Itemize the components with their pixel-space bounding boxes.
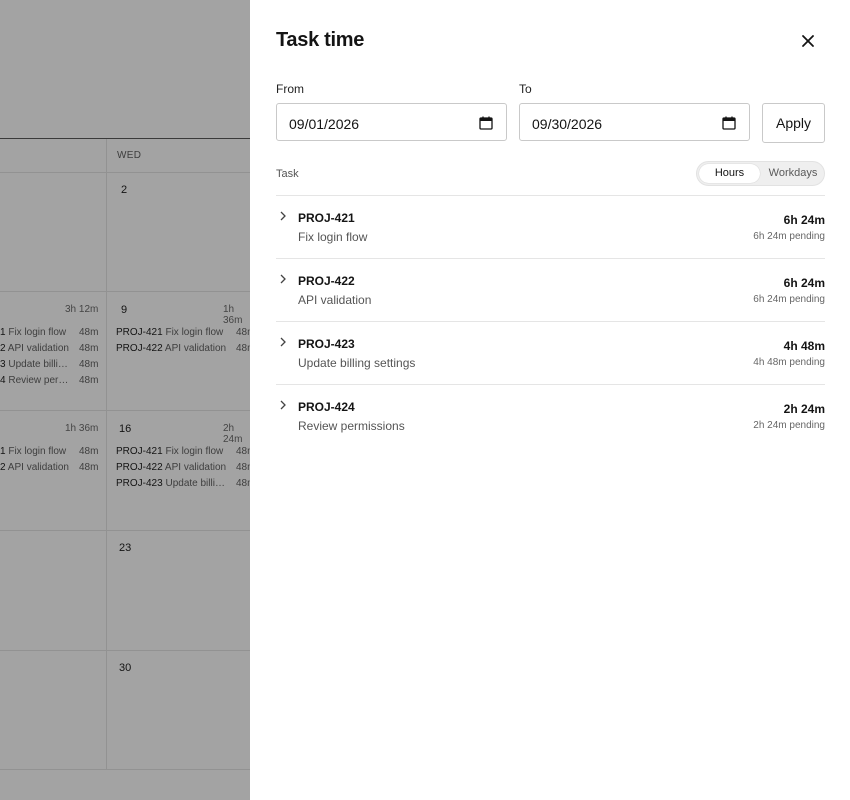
calendar-entry[interactable]: 1 Fix login flow 48m xyxy=(0,445,106,458)
from-date-value: 09/01/2026 xyxy=(289,116,360,132)
calendar-row-line xyxy=(0,769,250,770)
apply-button[interactable]: Apply xyxy=(762,103,825,143)
day-number[interactable]: 2 xyxy=(121,184,127,196)
toggle-hours[interactable]: Hours xyxy=(699,164,760,183)
weekday-header-wed: WED xyxy=(117,150,142,161)
from-date-input[interactable]: 09/01/2026 xyxy=(276,103,507,141)
calendar-column-line xyxy=(106,139,107,770)
calendar-entry[interactable]: PROJ-421 Fix login flow 48m xyxy=(116,326,255,339)
task-pending: 2h 24m pending xyxy=(753,420,825,431)
day-total: 1h 36m xyxy=(65,423,99,434)
toggle-workdays[interactable]: Workdays xyxy=(762,164,824,183)
calendar-entry[interactable]: PROJ-422 API validation 48m xyxy=(116,342,255,355)
day-total: 3h 12m xyxy=(65,304,99,315)
day-number[interactable]: 30 xyxy=(119,662,131,674)
calendar-entry[interactable]: PROJ-421 Fix login flow 48m xyxy=(116,445,255,458)
calendar-entry[interactable]: 2 API validation 48m xyxy=(0,342,106,355)
task-name: Review permissions xyxy=(298,419,405,433)
day-total: 2h 24m xyxy=(223,423,243,445)
chevron-right-icon[interactable] xyxy=(278,337,288,347)
to-date-input[interactable]: 09/30/2026 xyxy=(519,103,750,141)
to-label: To xyxy=(519,82,532,96)
calendar-entry[interactable]: 1 Fix login flow 48m xyxy=(0,326,106,339)
task-pending: 4h 48m pending xyxy=(753,357,825,368)
task-name: Fix login flow xyxy=(298,230,368,244)
task-key: PROJ-421 xyxy=(298,211,355,225)
chevron-right-icon[interactable] xyxy=(278,274,288,284)
calendar-row-line xyxy=(0,172,250,173)
calendar-icon[interactable] xyxy=(479,116,493,130)
calendar-row-line xyxy=(0,530,250,531)
close-icon xyxy=(802,35,814,47)
task-row[interactable]: PROJ-421 Fix login flow 6h 24m 6h 24m pe… xyxy=(276,195,825,258)
day-total: 1h 36m xyxy=(223,304,243,326)
from-label: From xyxy=(276,82,304,96)
task-time: 4h 48m xyxy=(783,339,825,353)
task-time-drawer: Task time From To 09/01/2026 09/30/2026 … xyxy=(250,0,850,800)
calendar-row-line xyxy=(0,291,250,292)
calendar-entry[interactable]: PROJ-423 Update billi… 48m xyxy=(116,477,255,490)
task-name: API validation xyxy=(298,293,372,307)
units-toggle: Hours Workdays xyxy=(696,161,825,186)
calendar-icon[interactable] xyxy=(722,116,736,130)
calendar-background: WED 2 3h 12m 1 Fix login flow 48m 2 API v… xyxy=(0,0,255,800)
task-pending: 6h 24m pending xyxy=(753,294,825,305)
calendar-entry[interactable]: 2 API validation 48m xyxy=(0,461,106,474)
task-time: 6h 24m xyxy=(783,276,825,290)
task-row[interactable]: PROJ-424 Review permissions 2h 24m 2h 24… xyxy=(276,384,825,447)
day-number[interactable]: 16 xyxy=(119,423,131,435)
chevron-right-icon[interactable] xyxy=(278,211,288,221)
calendar-entry[interactable]: 3 Update billi… 48m xyxy=(0,358,106,371)
calendar-row-line xyxy=(0,410,250,411)
day-number[interactable]: 9 xyxy=(121,304,127,316)
drawer-title: Task time xyxy=(276,29,365,51)
calendar-entry[interactable]: 4 Review per… 48m xyxy=(0,374,106,387)
calendar-entry[interactable]: PROJ-422 API validation 48m xyxy=(116,461,255,474)
to-date-value: 09/30/2026 xyxy=(532,116,603,132)
day-number[interactable]: 23 xyxy=(119,542,131,554)
task-key: PROJ-422 xyxy=(298,274,355,288)
close-button[interactable] xyxy=(797,30,819,52)
task-key: PROJ-423 xyxy=(298,337,355,351)
task-name: Update billing settings xyxy=(298,356,416,370)
task-row[interactable]: PROJ-423 Update billing settings 4h 48m … xyxy=(276,321,825,384)
task-time: 6h 24m xyxy=(783,213,825,227)
calendar-row-line xyxy=(0,650,250,651)
task-key: PROJ-424 xyxy=(298,400,355,414)
task-row[interactable]: PROJ-422 API validation 6h 24m 6h 24m pe… xyxy=(276,258,825,321)
task-time: 2h 24m xyxy=(783,402,825,416)
calendar-header-divider xyxy=(0,138,250,139)
task-pending: 6h 24m pending xyxy=(753,231,825,242)
chevron-right-icon[interactable] xyxy=(278,400,288,410)
task-column-header: Task xyxy=(276,168,299,180)
